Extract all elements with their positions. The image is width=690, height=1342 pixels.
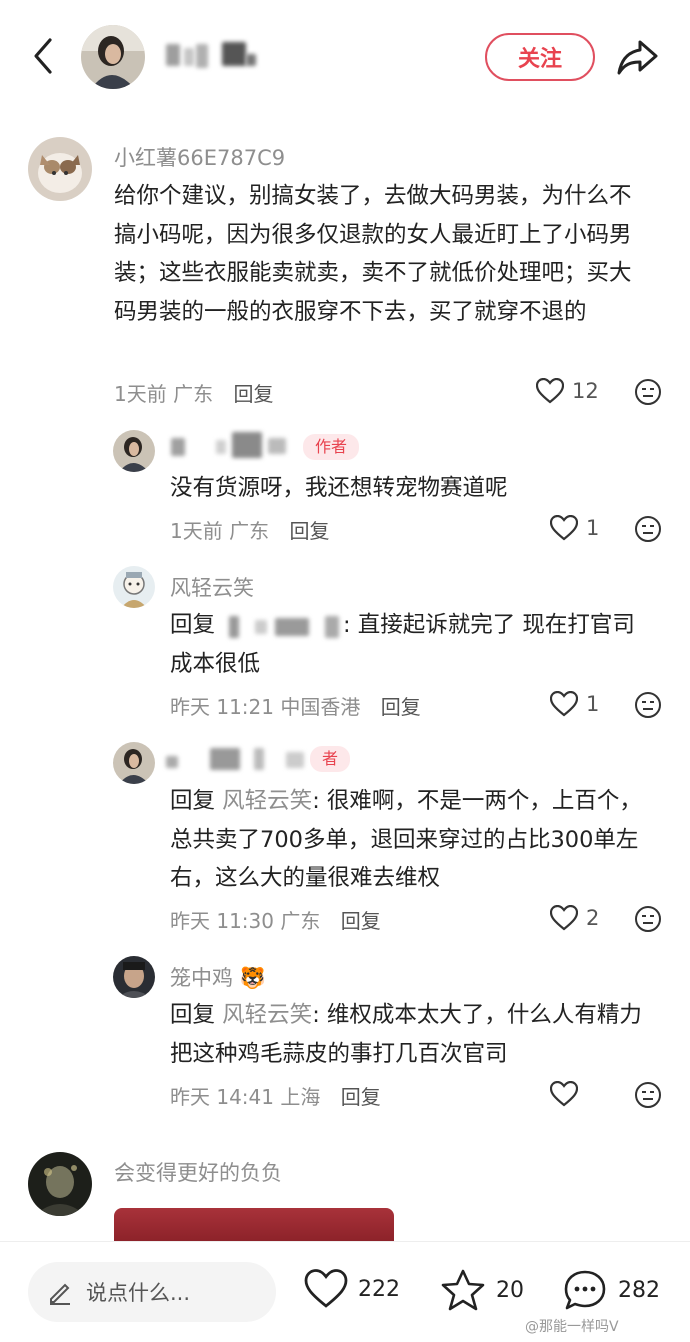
heart-icon	[550, 691, 578, 717]
collect-button[interactable]: 20	[440, 1268, 524, 1312]
like-count: 12	[572, 379, 599, 403]
comment-text: 给你个建议，别搞女装了，去做大码男装，为什么不搞小码呢，因为很多仅退款的女人最近…	[114, 183, 632, 325]
heart-icon	[550, 905, 578, 931]
comment-input-placeholder: 说点什么...	[86, 1281, 191, 1305]
star-icon	[441, 1269, 485, 1311]
dislike-face-icon[interactable]	[634, 1081, 662, 1109]
reply-time-location: 昨天 11:21 中国香港	[170, 695, 361, 719]
reply-meta: 昨天 11:30 广东 回复	[170, 905, 381, 934]
reply-text: 回复 风轻云笑: 很难啊，不是一两个，上百个，总共卖了700多单，退回来穿过的占…	[170, 782, 652, 898]
back-arrow-icon[interactable]	[30, 36, 58, 76]
author-avatar[interactable]	[81, 25, 145, 89]
reply-to-user[interactable]: 风轻云笑	[222, 788, 312, 814]
reply-button[interactable]: 回复	[233, 382, 273, 406]
author-reply-avatar[interactable]	[113, 742, 155, 784]
commenter-name[interactable]: 小红薯66E787C9	[114, 142, 285, 172]
reply-text: 没有货源呀，我还想转宠物赛道呢	[170, 475, 508, 501]
heart-icon	[304, 1269, 348, 1308]
reply-meta: 昨天 11:21 中国香港 回复	[170, 691, 421, 720]
pencil-icon	[50, 1283, 70, 1305]
author-reply-avatar[interactable]	[113, 430, 155, 472]
like-button[interactable]: 1	[550, 515, 599, 541]
reply-time-location: 昨天 14:41 上海	[170, 1085, 321, 1109]
commenter-avatar[interactable]	[113, 956, 155, 998]
reply-button[interactable]: 回复	[381, 695, 421, 719]
dislike-face-icon[interactable]	[634, 515, 662, 543]
heart-icon	[550, 1081, 578, 1107]
watermark: @那能一样吗V	[525, 1319, 619, 1335]
reply-meta: 昨天 14:41 上海 回复	[170, 1081, 381, 1110]
reply-time-location: 1天前 广东	[170, 519, 270, 543]
reply-prefix: 回复	[170, 612, 216, 638]
commenter-name[interactable]: 风轻云笑	[170, 572, 254, 602]
commenter-avatar[interactable]	[113, 566, 155, 608]
reply-text: 回复 风轻云笑: 维权成本太大了，什么人有精力把这种鸡毛蒜皮的事打几百次官司	[170, 996, 652, 1073]
comments-button[interactable]: 282	[562, 1268, 660, 1312]
top-bar: 关注	[0, 0, 690, 112]
reply-to-blurred	[215, 614, 343, 638]
comment-image[interactable]	[114, 1208, 394, 1242]
like-count: 1	[586, 516, 600, 540]
reply-text: 回复 : 直接起诉就完了 现在打官司成本很低	[170, 606, 652, 683]
reply-meta: 1天前 广东 回复	[170, 515, 329, 544]
comment-input[interactable]: 说点什么...	[28, 1262, 276, 1322]
like-button[interactable]: 2	[550, 905, 599, 931]
author-tag: 作者	[303, 434, 360, 460]
like-button[interactable]: 12	[536, 378, 599, 404]
commenter-avatar[interactable]	[28, 137, 92, 201]
reply-button[interactable]: 回复	[341, 909, 381, 933]
like-button[interactable]	[550, 1081, 578, 1107]
commenter-name[interactable]: 会变得更好的负负	[114, 1157, 282, 1187]
author-tag: 者	[310, 746, 351, 772]
reply-prefix: 回复	[170, 1002, 216, 1028]
reply-to-user[interactable]: 风轻云笑	[222, 1002, 312, 1028]
reply-button[interactable]: 回复	[289, 519, 329, 543]
like-count: 2	[586, 906, 600, 930]
tiger-emoji-icon: 🐯	[239, 966, 266, 990]
commenter-name-text: 笼中鸡	[170, 966, 233, 990]
heart-icon	[550, 515, 578, 541]
comment-meta: 1天前 广东 回复	[114, 378, 273, 407]
comment-count: 282	[618, 1277, 660, 1303]
post-like-count: 222	[358, 1276, 400, 1302]
heart-icon	[536, 378, 564, 404]
collect-count: 20	[496, 1277, 524, 1303]
dislike-face-icon[interactable]	[634, 691, 662, 719]
like-count: 1	[586, 692, 600, 716]
dislike-face-icon[interactable]	[634, 905, 662, 933]
like-post-button[interactable]: 222	[304, 1269, 400, 1309]
share-icon[interactable]	[616, 38, 660, 76]
reply-time-location: 昨天 11:30 广东	[170, 909, 321, 933]
reply-button[interactable]: 回复	[341, 1085, 381, 1109]
dislike-face-icon[interactable]	[634, 378, 662, 406]
like-button[interactable]: 1	[550, 691, 599, 717]
comment-bubble-icon	[564, 1270, 606, 1310]
comment-time-location: 1天前 广东	[114, 382, 214, 406]
commenter-avatar[interactable]	[28, 1152, 92, 1216]
commenter-name[interactable]: 笼中鸡 🐯	[170, 962, 266, 992]
reply-prefix: 回复	[170, 788, 216, 814]
follow-button[interactable]: 关注	[485, 33, 595, 81]
